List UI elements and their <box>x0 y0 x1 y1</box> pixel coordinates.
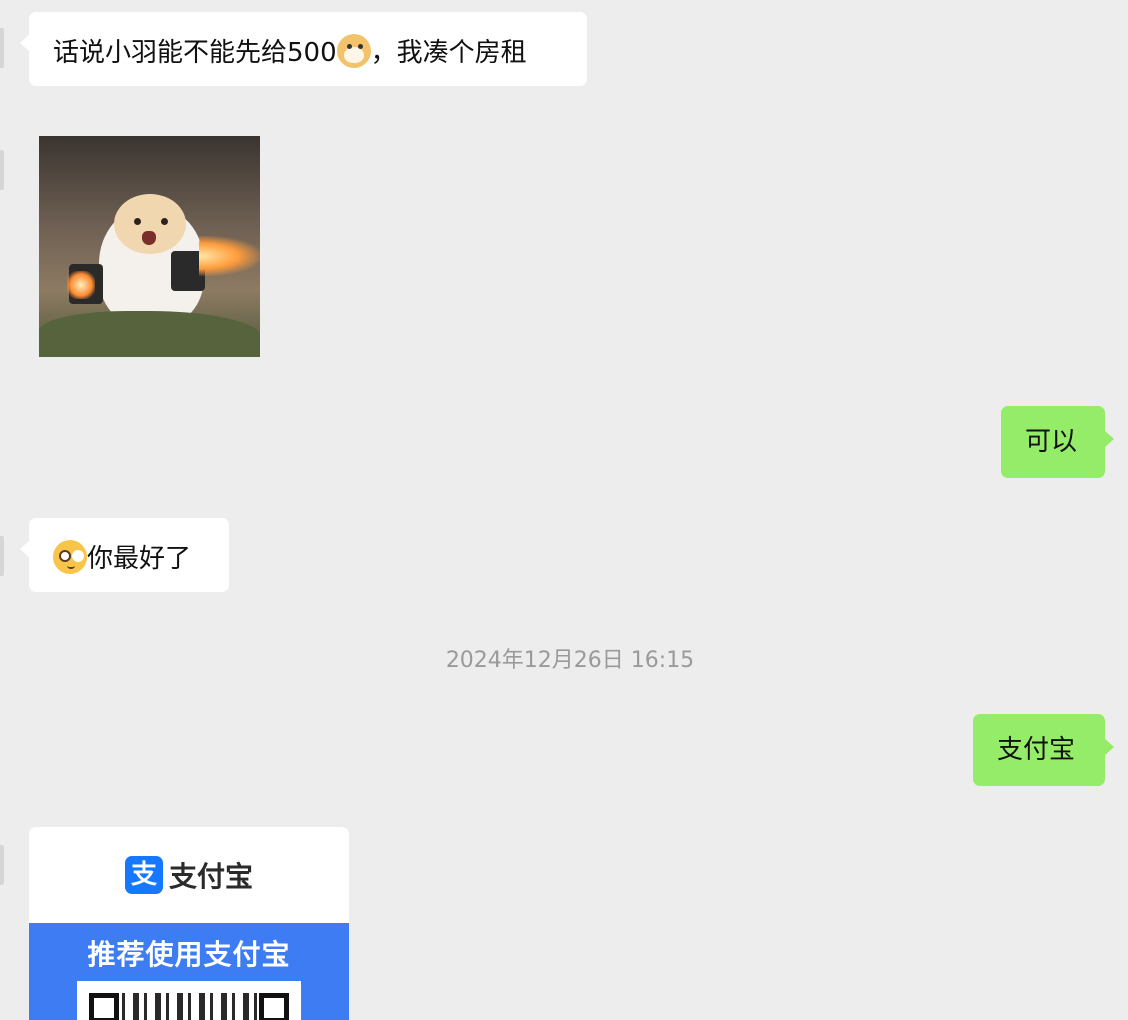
sticker-ground <box>39 311 260 357</box>
avatar[interactable] <box>0 536 4 576</box>
alipay-banner-title: 推荐使用支付宝 <box>87 938 291 971</box>
qr-code[interactable] <box>77 981 301 1020</box>
avatar[interactable] <box>0 28 4 68</box>
sticker-eye <box>161 218 168 225</box>
outgoing-message[interactable]: 可以 <box>1001 406 1114 478</box>
message-text: 可以 <box>1025 427 1078 457</box>
sticker-hamster-face <box>114 194 186 254</box>
qr-finder-pattern <box>89 993 119 1020</box>
pleading-face-icon <box>53 540 87 574</box>
message-text: ，我凑个房租 <box>370 38 527 68</box>
avatar[interactable] <box>0 150 4 190</box>
sticker-mouth <box>142 231 156 245</box>
message-text: 你最好了 <box>87 544 192 574</box>
message-text: 支付宝 <box>997 735 1076 765</box>
alipay-banner: 推荐使用支付宝 <box>29 923 349 1020</box>
avatar[interactable] <box>0 845 4 885</box>
alipay-brand-name: 支付宝 <box>169 860 254 893</box>
chat-window: 话说小羽能不能先给500 ，我凑个房租 可以 你最好了 2024年12月26日 1… <box>0 0 1128 1020</box>
message-timestamp: 2024年12月26日 16:15 <box>445 648 695 673</box>
alipay-icon: 支 <box>125 856 163 894</box>
message-text: 话说小羽能不能先给500 <box>53 38 337 68</box>
sticker-eye <box>134 218 141 225</box>
alipay-qr-card[interactable]: 支 支付宝 推荐使用支付宝 <box>29 827 349 1020</box>
sticker-muzzle-fire <box>199 236 260 276</box>
incoming-message[interactable]: 话说小羽能不能先给500 ，我凑个房租 <box>20 12 587 86</box>
sticker-muzzle-flash <box>67 271 95 299</box>
qr-finder-pattern <box>259 993 289 1020</box>
hamster-sticker[interactable] <box>39 136 260 357</box>
incoming-message[interactable]: 你最好了 <box>20 518 229 592</box>
alipay-logo: 支 支付宝 <box>125 856 254 894</box>
outgoing-message[interactable]: 支付宝 <box>973 714 1114 786</box>
doge-icon <box>336 34 371 68</box>
